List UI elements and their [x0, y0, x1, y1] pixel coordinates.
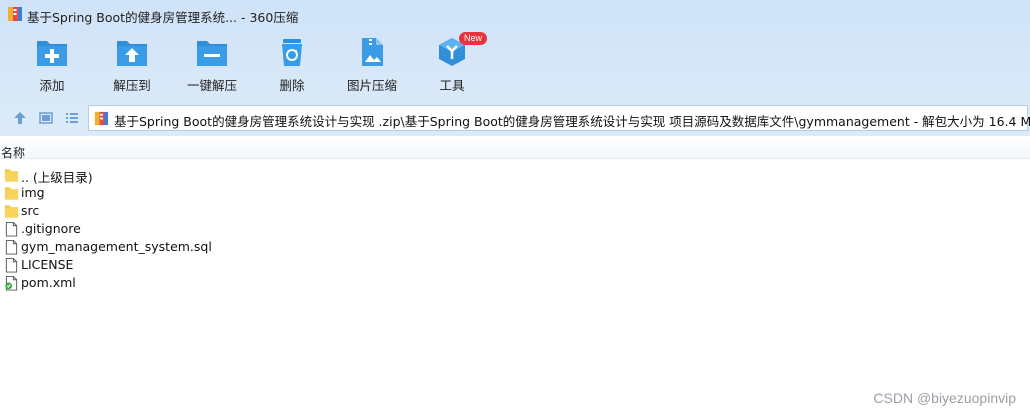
tools-button[interactable]: New 工具 [414, 32, 490, 94]
one-click-extract-label: 一键解压 [186, 78, 237, 93]
column-header-name[interactable]: 名称 [0, 138, 1030, 160]
file-row[interactable]: .. (上级目录) [0, 166, 1030, 185]
folder-icon [4, 187, 19, 200]
toolbar: 添加 解压到 一键解压 删除 图片压缩 New 工具 [0, 30, 1030, 96]
titlebar: 基于Spring Boot的健身房管理系统... - 360压缩 [0, 0, 1030, 30]
image-compress-icon [362, 38, 383, 66]
add-icon [37, 41, 67, 66]
column-name-label: 名称 [1, 146, 26, 160]
file-row[interactable]: src [0, 202, 1030, 220]
image-compress-button[interactable]: 图片压缩 [334, 36, 410, 94]
file-list: .. (上级目录) img src .gitignore gym_management_… [0, 166, 1030, 292]
window-title: 基于Spring Boot的健身房管理系统... - 360压缩 [27, 10, 299, 25]
file-name: .gitignore [21, 221, 81, 236]
thumbnail-view-icon[interactable] [38, 110, 54, 126]
file-name: gym_management_system.sql [21, 239, 212, 254]
file-name: src [21, 203, 40, 218]
address-bar[interactable]: 基于Spring Boot的健身房管理系统设计与实现 .zip\基于Spring… [88, 105, 1030, 131]
file-icon [5, 257, 18, 273]
file-icon [5, 221, 18, 237]
new-badge: New [459, 32, 488, 45]
watermark: CSDN @biyezuopinvip [873, 390, 1016, 406]
zip-archive-icon [94, 111, 109, 126]
file-row[interactable]: img [0, 184, 1030, 202]
list-view-icon[interactable] [64, 110, 80, 126]
xml-file-icon [5, 275, 18, 291]
file-row[interactable]: .gitignore [0, 220, 1030, 238]
file-row[interactable]: gym_management_system.sql [0, 238, 1030, 256]
file-name: img [21, 185, 45, 200]
file-row[interactable]: LICENSE [0, 256, 1030, 274]
add-label: 添加 [39, 78, 65, 93]
archive-app-icon [8, 7, 22, 21]
one-click-extract-button[interactable]: 一键解压 [174, 36, 250, 94]
folder-icon [4, 205, 19, 218]
extract-to-icon [117, 41, 147, 66]
path-bar: 基于Spring Boot的健身房管理系统设计与实现 .zip\基于Spring… [0, 100, 1030, 136]
file-row[interactable]: pom.xml [0, 274, 1030, 292]
one-click-extract-icon [197, 41, 227, 66]
delete-button[interactable]: 删除 [254, 36, 330, 94]
file-name: LICENSE [21, 257, 74, 272]
file-icon [5, 239, 18, 255]
add-button[interactable]: 添加 [14, 36, 90, 94]
delete-label: 删除 [279, 78, 305, 93]
recycle-bin-icon [282, 39, 302, 66]
address-path: 基于Spring Boot的健身房管理系统设计与实现 .zip\基于Spring… [114, 114, 1030, 129]
tools-label: 工具 [439, 78, 465, 93]
extract-to-label: 解压到 [113, 78, 151, 93]
extract-to-button[interactable]: 解压到 [94, 36, 170, 94]
folder-icon [4, 169, 19, 182]
up-arrow-icon[interactable] [12, 110, 28, 126]
image-compress-label: 图片压缩 [346, 78, 397, 93]
file-name: pom.xml [21, 275, 76, 290]
